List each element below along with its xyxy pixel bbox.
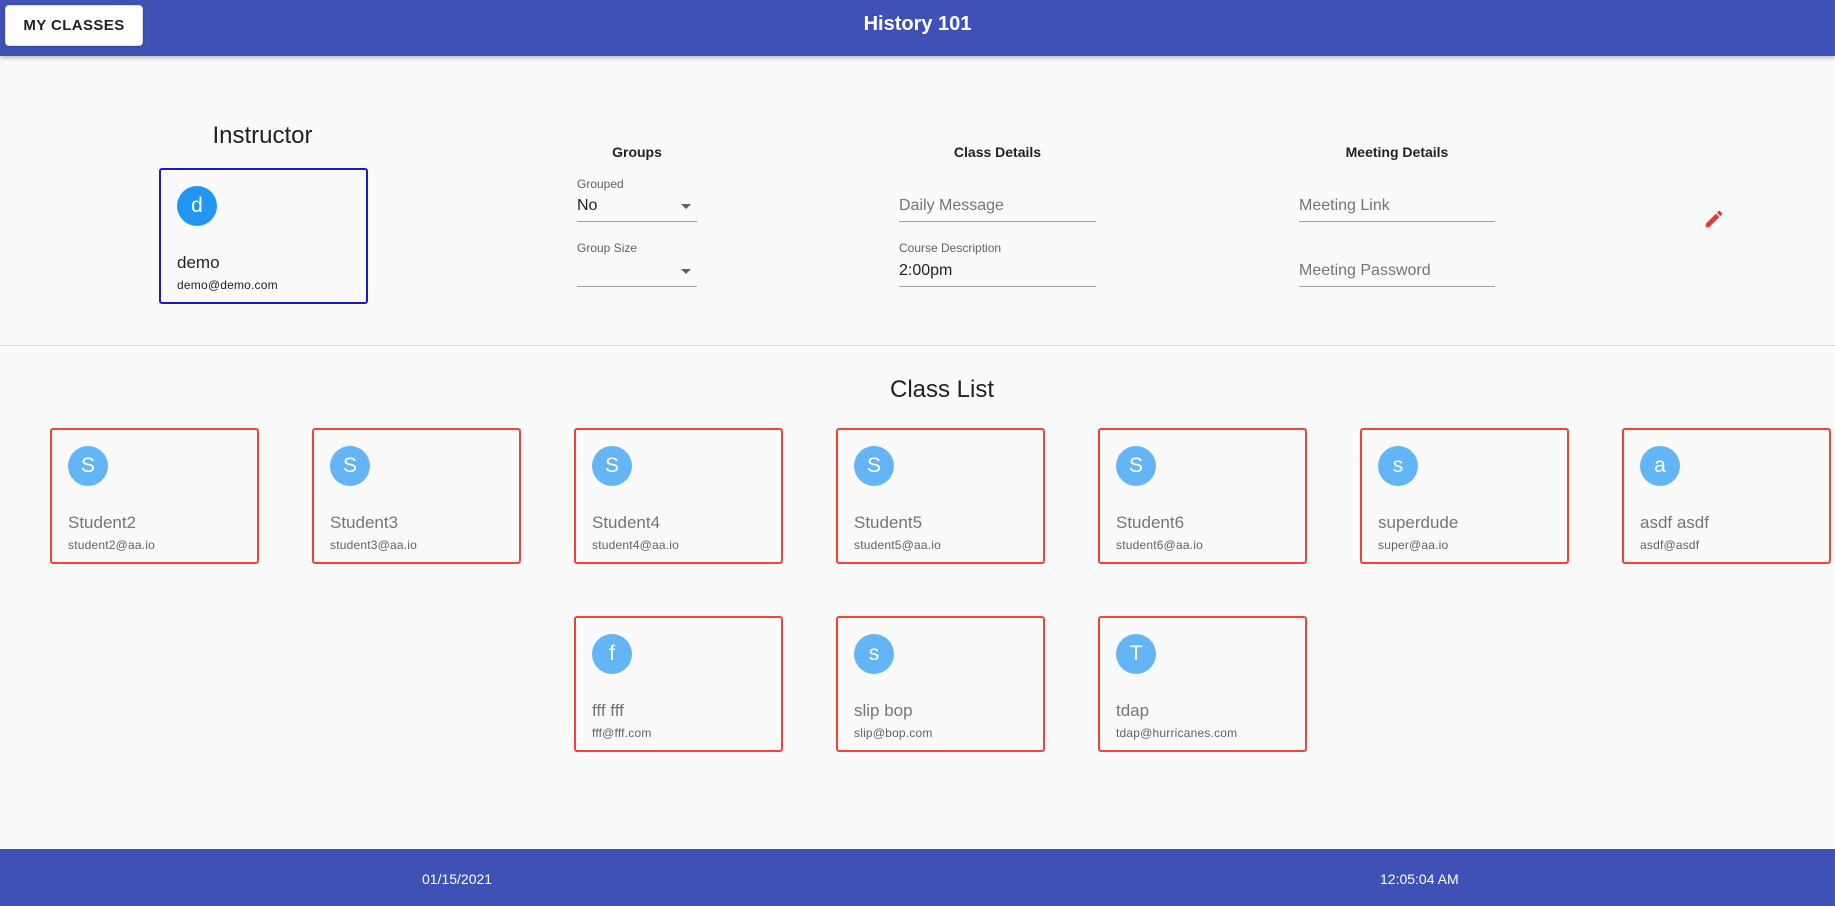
- groups-heading: Groups: [612, 144, 662, 160]
- avatar: S: [854, 446, 894, 486]
- instructor-email: demo@demo.com: [177, 278, 278, 292]
- grouped-value: No: [577, 197, 598, 214]
- student-email: student2@aa.io: [68, 538, 156, 552]
- avatar: S: [68, 446, 108, 486]
- pencil-icon[interactable]: [1703, 208, 1725, 230]
- course-description-value: 2:00pm: [899, 262, 953, 279]
- student-email: tdap@hurricanes.com: [1116, 726, 1238, 740]
- avatar: S: [592, 446, 632, 486]
- avatar: a: [1640, 446, 1680, 486]
- instructor-name: demo: [177, 253, 220, 272]
- daily-message-field[interactable]: Daily Message: [899, 189, 1096, 222]
- section-divider: [0, 345, 1835, 346]
- student-email: fff@fff.com: [592, 726, 652, 740]
- student-card[interactable]: S Student2 student2@aa.io: [50, 428, 259, 564]
- student-name: tdap: [1116, 701, 1150, 720]
- student-name: slip bop: [854, 701, 913, 720]
- course-description-label: Course Description: [899, 241, 1002, 255]
- avatar: f: [592, 634, 632, 674]
- grouped-select[interactable]: No: [577, 189, 697, 222]
- class-details-heading: Class Details: [953, 144, 1042, 160]
- avatar: S: [1116, 446, 1156, 486]
- group-size-select[interactable]: [577, 254, 697, 287]
- meeting-link-placeholder: Meeting Link: [1299, 197, 1390, 214]
- daily-message-placeholder: Daily Message: [899, 197, 1004, 214]
- student-name: Student4: [592, 513, 661, 532]
- student-email: student6@aa.io: [1116, 538, 1204, 552]
- student-name: superdude: [1378, 513, 1459, 532]
- app-bar: MY CLASSES History 101: [0, 0, 1835, 56]
- dropdown-arrow-icon: [681, 269, 691, 274]
- student-card[interactable]: S Student4 student4@aa.io: [574, 428, 783, 564]
- student-card[interactable]: S Student6 student6@aa.io: [1098, 428, 1307, 564]
- footer-date: 01/15/2021: [422, 871, 493, 887]
- avatar: S: [330, 446, 370, 486]
- group-size-label: Group Size: [577, 241, 638, 255]
- student-email: slip@bop.com: [854, 726, 933, 740]
- class-list-heading: Class List: [889, 376, 995, 403]
- page-title: History 101: [863, 13, 972, 35]
- instructor-heading: Instructor: [212, 122, 313, 149]
- student-email: student3@aa.io: [330, 538, 418, 552]
- footer-time: 12:05:04 AM: [1380, 871, 1459, 887]
- student-email: asdf@asdf: [1640, 538, 1700, 552]
- student-email: student5@aa.io: [854, 538, 942, 552]
- student-card[interactable]: a asdf asdf asdf@asdf: [1622, 428, 1831, 564]
- avatar: s: [854, 634, 894, 674]
- student-name: fff fff: [592, 701, 624, 720]
- meeting-details-heading: Meeting Details: [1345, 144, 1449, 160]
- meeting-password-placeholder: Meeting Password: [1299, 262, 1431, 279]
- avatar: T: [1116, 634, 1156, 674]
- student-card[interactable]: T tdap tdap@hurricanes.com: [1098, 616, 1307, 752]
- student-email: super@aa.io: [1378, 538, 1449, 552]
- student-name: Student2: [68, 513, 137, 532]
- student-name: Student3: [330, 513, 399, 532]
- student-card[interactable]: s slip bop slip@bop.com: [836, 616, 1045, 752]
- avatar: s: [1378, 446, 1418, 486]
- avatar: d: [177, 186, 217, 226]
- student-card[interactable]: s superdude super@aa.io: [1360, 428, 1569, 564]
- student-card[interactable]: S Student3 student3@aa.io: [312, 428, 521, 564]
- student-name: asdf asdf: [1640, 513, 1709, 532]
- meeting-link-field[interactable]: Meeting Link: [1299, 189, 1495, 222]
- course-description-field[interactable]: 2:00pm: [899, 254, 1096, 287]
- student-email: student4@aa.io: [592, 538, 680, 552]
- student-name: Student5: [854, 513, 923, 532]
- footer: 01/15/2021 12:05:04 AM: [0, 849, 1835, 906]
- instructor-card[interactable]: d demo demo@demo.com: [159, 168, 368, 304]
- student-card[interactable]: f fff fff fff@fff.com: [574, 616, 783, 752]
- meeting-password-field[interactable]: Meeting Password: [1299, 254, 1495, 287]
- dropdown-arrow-icon: [681, 204, 691, 209]
- student-name: Student6: [1116, 513, 1185, 532]
- student-card[interactable]: S Student5 student5@aa.io: [836, 428, 1045, 564]
